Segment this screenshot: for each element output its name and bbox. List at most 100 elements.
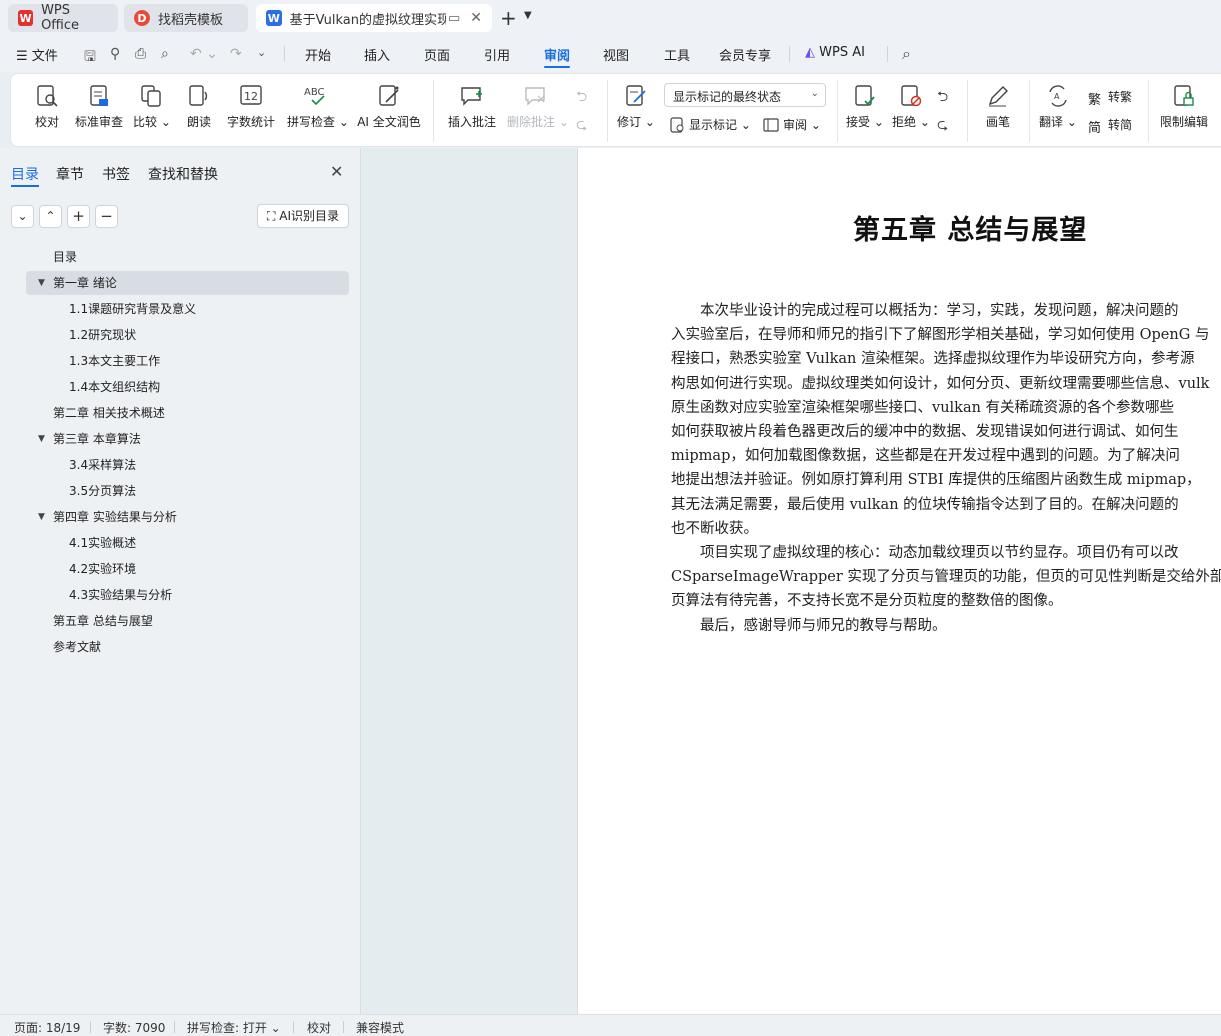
toc-item[interactable]: 3.4采样算法 <box>26 453 349 477</box>
word-count-indicator[interactable]: 字数: 7090 <box>103 1019 165 1036</box>
magic-wand-icon <box>377 84 401 108</box>
toc-item[interactable]: 第五章 总结与展望 <box>26 609 349 633</box>
pen-button[interactable]: 画笔 <box>983 84 1013 130</box>
menu-wps-ai[interactable]: ◭ WPS AI <box>805 45 865 60</box>
word-count-button[interactable]: 12 字数统计 <box>226 84 276 130</box>
tab-docer[interactable]: D 找稻壳模板 <box>124 4 248 32</box>
tab-label: 基于Vulkan的虚拟纹理实现 <box>289 12 446 28</box>
standard-review-button[interactable]: 标准审查 <box>74 84 124 130</box>
delete-comment-button[interactable]: 删除批注 ⌄ <box>507 84 569 130</box>
proofread-indicator[interactable]: 校对 <box>307 1019 331 1036</box>
svg-text:12: 12 <box>244 90 258 103</box>
ai-polish-label: AI 全文润色 <box>357 115 421 129</box>
redo-icon[interactable]: ↷ <box>230 46 242 62</box>
to-traditional-button[interactable]: 繁 转繁 <box>1088 88 1132 108</box>
next-change-icon[interactable]: ⮎ <box>937 114 948 138</box>
menu-member[interactable]: 会员专享 <box>719 45 771 64</box>
show-markup-label: 显示标记 <box>689 118 738 132</box>
menu-view[interactable]: 视图 <box>603 45 629 64</box>
toc-item[interactable]: ▼ 第一章 绪论 <box>26 271 349 295</box>
collapse-arrow-icon[interactable]: ▼ <box>38 505 45 529</box>
menu-home[interactable]: 开始 <box>305 45 331 64</box>
document-text-line: 也不断收获。 <box>671 520 758 537</box>
tab-wps-office[interactable]: W WPS Office <box>8 3 118 33</box>
toc-item[interactable]: 4.2实验环境 <box>26 557 349 581</box>
standard-review-label: 标准审查 <box>74 115 123 129</box>
nav-tab-sections[interactable]: 章节 <box>56 164 84 184</box>
accept-button[interactable]: 接受 ⌄ <box>845 84 885 130</box>
toc-item[interactable]: 1.2研究现状 <box>26 323 349 347</box>
toc-item[interactable]: 3.5分页算法 <box>26 479 349 503</box>
menu-page[interactable]: 页面 <box>424 45 450 64</box>
next-comment-icon[interactable]: ⮎ <box>576 114 587 138</box>
tab-list-chevron-icon[interactable]: ▼ <box>524 10 532 21</box>
spell-check-indicator[interactable]: 拼写检查: 打开 ⌄ <box>187 1019 281 1036</box>
restrict-edit-button[interactable]: 限制编辑 <box>1159 84 1209 130</box>
nav-tab-toc[interactable]: 目录 <box>11 164 39 184</box>
print-icon[interactable]: ⎙ <box>135 46 146 62</box>
tab-label: WPS Office <box>41 3 80 33</box>
close-icon[interactable]: ✕ <box>330 162 343 181</box>
document-text-line: 最后，感谢导师与师兄的教导与帮助。 <box>671 617 947 634</box>
undo-icon[interactable]: ↶ ⌄ <box>190 46 218 62</box>
menu-review[interactable]: 审阅 <box>544 45 570 64</box>
markup-state-select[interactable]: 显示标记的最终状态 ⌄ <box>664 83 826 107</box>
pen-label: 画笔 <box>985 115 1010 129</box>
prev-change-icon[interactable]: ⮌ <box>937 86 948 110</box>
toc-item-label: 目录 <box>53 250 78 264</box>
add-heading-button[interactable]: + <box>67 205 90 228</box>
key-icon[interactable]: ⚲ <box>110 46 120 62</box>
monitor-icon[interactable]: ▭ <box>448 11 460 26</box>
tab-document[interactable]: W 基于Vulkan的虚拟纹理实现 ▭ ✕ <box>256 4 492 32</box>
document-page[interactable]: 第五章 总结与展望 本次毕业设计的完成过程可以概括为：学习，实践，发现问题，解决… <box>577 148 1221 1014</box>
track-changes-button[interactable]: 修订 ⌄ <box>617 84 655 130</box>
status-divider <box>293 1021 294 1033</box>
ai-recognize-toc-button[interactable]: ⛶ AI识别目录 <box>257 204 349 228</box>
toc-item[interactable]: 1.4本文组织结构 <box>26 375 349 399</box>
insert-comment-button[interactable]: 插入批注 <box>447 84 497 130</box>
collapse-arrow-icon[interactable]: ▼ <box>38 271 45 295</box>
translate-button[interactable]: A 翻译 ⌄ <box>1039 84 1077 130</box>
spell-check-button[interactable]: ABC 拼写检查 ⌄ <box>287 84 349 130</box>
toc-item[interactable]: 第二章 相关技术概述 <box>26 401 349 425</box>
reject-button[interactable]: 拒绝 ⌄ <box>891 84 931 130</box>
proofread-button[interactable]: 校对 <box>33 84 61 130</box>
file-menu[interactable]: ☰ 文件 <box>16 45 58 64</box>
toc-item[interactable]: ▼ 第四章 实验结果与分析 <box>26 505 349 529</box>
expand-all-button[interactable]: ⌄ <box>11 205 34 228</box>
show-markup-button[interactable]: 显示标记 ⌄ <box>669 116 751 133</box>
nav-tab-bookmarks[interactable]: 书签 <box>102 164 130 184</box>
menu-tools[interactable]: 工具 <box>664 45 690 64</box>
menu-insert[interactable]: 插入 <box>364 45 390 64</box>
nav-tab-find-replace[interactable]: 查找和替换 <box>148 164 218 184</box>
collapse-arrow-icon[interactable]: ▼ <box>38 427 45 451</box>
toc-item-label: 1.2研究现状 <box>69 328 137 342</box>
ribbon-divider <box>837 80 838 142</box>
remove-heading-button[interactable]: − <box>95 205 118 228</box>
toc-item[interactable]: 1.3本文主要工作 <box>26 349 349 373</box>
menu-references[interactable]: 引用 <box>484 45 510 64</box>
prev-comment-icon[interactable]: ⮌ <box>576 86 587 110</box>
to-simplified-button[interactable]: 简 转简 <box>1088 116 1132 136</box>
more-chevron-icon[interactable]: ⌄ <box>257 46 266 59</box>
read-aloud-button[interactable]: 朗读 <box>185 84 213 130</box>
collapse-all-button[interactable]: ⌃ <box>39 205 62 228</box>
toc-item[interactable]: ▼ 第三章 本章算法 <box>26 427 349 451</box>
ai-polish-button[interactable]: AI 全文润色 <box>357 84 421 130</box>
toc-item[interactable]: 4.1实验概述 <box>26 531 349 555</box>
navigation-panel: 目录 章节 书签 查找和替换 ✕ ⌄ ⌃ + − ⛶ AI识别目录 目录 ▼ 第一章… <box>0 148 361 1014</box>
new-tab-button[interactable]: + <box>500 6 517 30</box>
toc-item[interactable]: 参考文献 <box>26 635 349 659</box>
print-preview-icon[interactable]: ⌕ <box>161 46 169 62</box>
page-indicator[interactable]: 页面: 18/19 <box>14 1019 80 1036</box>
accept-icon <box>853 84 877 108</box>
toc-item[interactable]: 目录 <box>26 245 349 269</box>
review-pane-button[interactable]: 审阅 ⌄ <box>763 116 821 133</box>
toc-item[interactable]: 1.1课题研究背景及意义 <box>26 297 349 321</box>
close-tab-icon[interactable]: ✕ <box>470 10 482 26</box>
search-icon[interactable]: ⌕ <box>902 44 911 64</box>
save-icon[interactable]: 🖫 <box>84 46 96 70</box>
compare-button[interactable]: 比较 ⌄ <box>133 84 171 130</box>
toc-item[interactable]: 4.3实验结果与分析 <box>26 583 349 607</box>
word-count-label: 字数统计 <box>226 115 275 129</box>
